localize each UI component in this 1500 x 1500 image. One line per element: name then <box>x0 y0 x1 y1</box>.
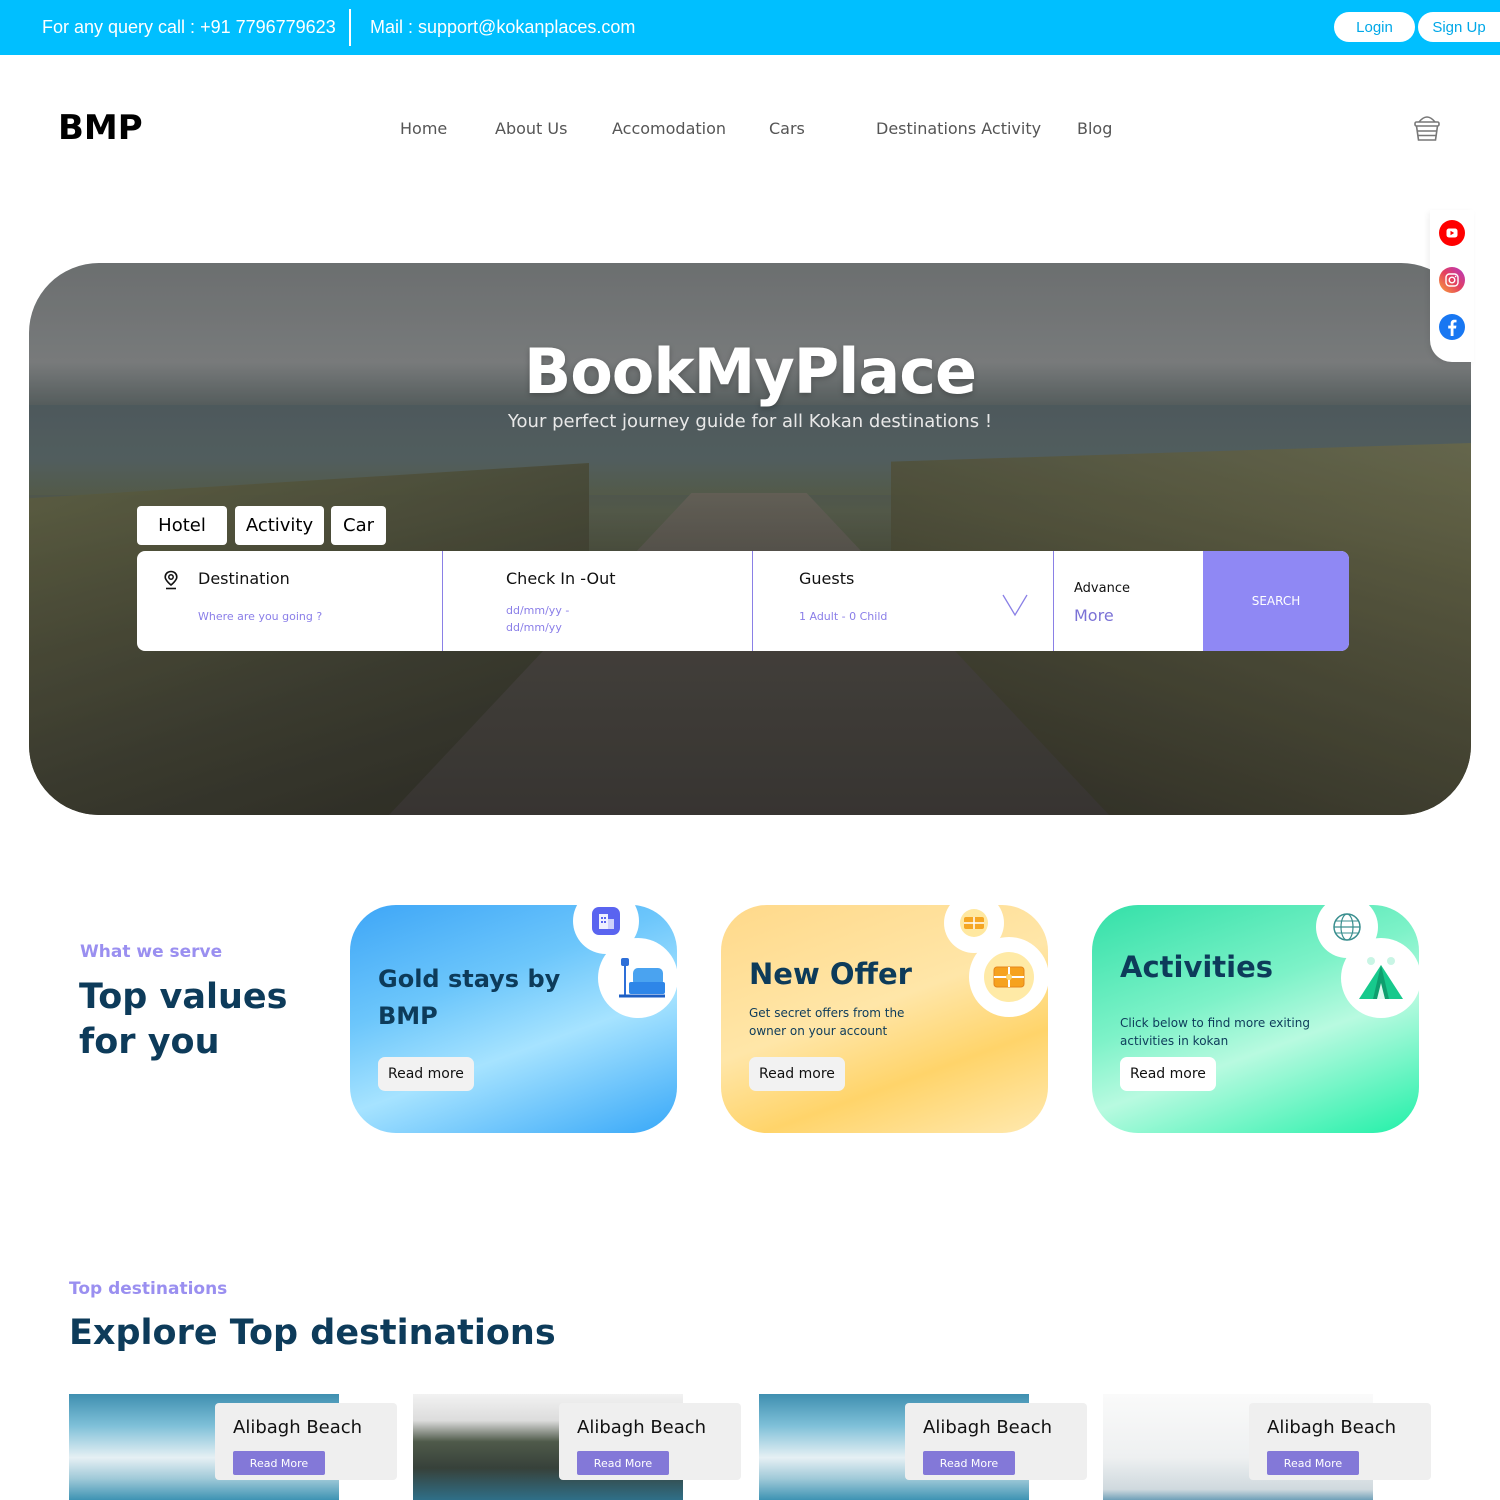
guests-field[interactable]: Guests 1 Adult - 0 Child <box>753 551 1053 651</box>
nav-about-us[interactable]: About Us <box>495 119 567 138</box>
serve-eyebrow: What we serve <box>80 942 223 962</box>
chevron-down-icon[interactable] <box>1001 593 1029 621</box>
nav-accomodation[interactable]: Accomodation <box>612 119 726 138</box>
read-more-button[interactable]: Read more <box>749 1057 845 1091</box>
nav-cars[interactable]: Cars <box>769 119 805 138</box>
signup-button[interactable]: Sign Up <box>1418 12 1500 42</box>
destination-card[interactable]: Alibagh Beach Read More <box>69 1394 397 1500</box>
date-label: Check In -Out <box>506 569 616 588</box>
card-title-line1: Gold stays by <box>378 965 561 993</box>
destination-card[interactable]: Alibagh Beach Read More <box>1103 1394 1431 1500</box>
advance-more-link[interactable]: More <box>1074 606 1114 625</box>
serve-heading-line1: Top values <box>79 977 288 1017</box>
cart-icon[interactable] <box>1410 110 1444 144</box>
destination-name: Alibagh Beach <box>577 1417 707 1438</box>
nav-destinations-activity[interactable]: Destinations Activity <box>876 119 1041 138</box>
guests-value: 1 Adult - 0 Child <box>799 610 888 623</box>
voucher-icon <box>969 937 1049 1017</box>
booking-search-bar: Destination Where are you going ? Check … <box>137 551 1349 651</box>
destination-name: Alibagh Beach <box>923 1417 1053 1438</box>
instagram-icon[interactable] <box>1439 267 1465 293</box>
tent-icon <box>1341 938 1421 1018</box>
card-desc-line1: Click below to find more exiting <box>1120 1016 1310 1030</box>
search-button[interactable]: SEARCH <box>1203 551 1349 651</box>
read-more-button[interactable]: Read More <box>233 1451 325 1475</box>
facebook-icon[interactable] <box>1439 314 1465 340</box>
youtube-icon[interactable] <box>1439 220 1465 246</box>
destination-card[interactable]: Alibagh Beach Read More <box>759 1394 1087 1500</box>
read-more-button[interactable]: Read More <box>1267 1451 1359 1475</box>
email-contact[interactable]: Mail : support@kokanplaces.com <box>370 17 635 38</box>
destination-info: Alibagh Beach Read More <box>905 1403 1087 1480</box>
destination-name: Alibagh Beach <box>233 1417 363 1438</box>
checkin-input[interactable]: dd/mm/yy - <box>506 602 569 619</box>
card-title-line2: BMP <box>378 1002 438 1030</box>
destination-info: Alibagh Beach Read More <box>1249 1403 1431 1480</box>
card-title: New Offer <box>749 957 912 991</box>
read-more-button[interactable]: Read More <box>923 1451 1015 1475</box>
destinations-eyebrow: Top destinations <box>69 1279 228 1299</box>
nav-blog[interactable]: Blog <box>1077 119 1112 138</box>
serve-heading-line2: for you <box>79 1022 220 1062</box>
guests-label: Guests <box>799 569 855 588</box>
phone-contact: For any query call : +91 7796779623 <box>42 17 336 37</box>
destination-field[interactable]: Destination Where are you going ? <box>137 551 442 651</box>
bed-icon <box>598 938 678 1018</box>
tab-hotel[interactable]: Hotel <box>137 506 227 545</box>
date-field[interactable]: Check In -Out dd/mm/yy - dd/mm/yy <box>443 551 752 651</box>
checkout-input[interactable]: dd/mm/yy <box>506 619 562 636</box>
destination-info: Alibagh Beach Read More <box>559 1403 741 1480</box>
advance-field[interactable]: Advance More <box>1054 551 1203 651</box>
location-pin-icon <box>163 570 179 594</box>
read-more-button[interactable]: Read more <box>1120 1057 1216 1091</box>
destinations-heading: Explore Top destinations <box>69 1313 556 1353</box>
hero-subtitle: Your perfect journey guide for all Kokan… <box>507 411 993 432</box>
card-desc-line2: activities in kokan <box>1120 1034 1229 1048</box>
site-logo[interactable]: BMP <box>58 108 143 148</box>
read-more-button[interactable]: Read more <box>378 1057 474 1091</box>
top-contact-bar: For any query call : +91 7796779623 Mail… <box>0 0 1500 55</box>
topbar-divider <box>349 9 351 46</box>
destination-label: Destination <box>198 569 290 588</box>
tab-activity[interactable]: Activity <box>235 506 324 545</box>
hero-title: BookMyPlace <box>523 335 977 408</box>
destination-name: Alibagh Beach <box>1267 1417 1397 1438</box>
destination-input[interactable]: Where are you going ? <box>198 608 322 625</box>
login-button[interactable]: Login <box>1334 12 1415 42</box>
tab-car[interactable]: Car <box>331 506 386 545</box>
nav-home[interactable]: Home <box>400 119 447 138</box>
card-desc-line2: owner on your account <box>749 1024 888 1038</box>
read-more-button[interactable]: Read More <box>577 1451 669 1475</box>
destination-card[interactable]: Alibagh Beach Read More <box>413 1394 741 1500</box>
advance-label: Advance <box>1074 581 1130 596</box>
destination-info: Alibagh Beach Read More <box>215 1403 397 1480</box>
card-title: Activities <box>1120 950 1274 984</box>
card-desc-line1: Get secret offers from the <box>749 1006 905 1020</box>
social-sidebar <box>1430 210 1474 362</box>
